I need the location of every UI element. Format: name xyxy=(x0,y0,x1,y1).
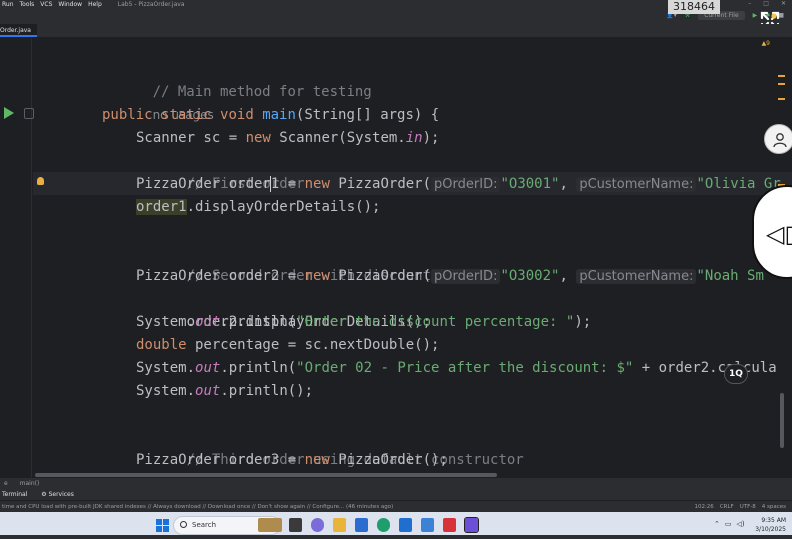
run-icon[interactable]: ▶ xyxy=(753,12,758,19)
horizontal-scrollbar[interactable] xyxy=(35,473,497,477)
outlook-icon[interactable] xyxy=(399,518,412,532)
file-explorer-icon[interactable] xyxy=(333,518,346,532)
volume-icon[interactable]: ◁) xyxy=(737,520,745,528)
status-message[interactable]: time and CPU load with pre-built JDK sha… xyxy=(2,504,393,510)
app-icon[interactable] xyxy=(421,518,434,532)
window-controls: – □ ✕ xyxy=(748,0,786,8)
bookmark-icon[interactable] xyxy=(24,108,34,119)
warning-stripe[interactable] xyxy=(778,75,785,77)
counter-badge: 318464 xyxy=(668,0,720,14)
copilot-icon[interactable] xyxy=(311,518,324,532)
code-line: double percentage = sc.nextDouble(); xyxy=(136,337,440,353)
edge-icon[interactable] xyxy=(377,518,390,532)
task-view-icon[interactable] xyxy=(289,518,302,532)
menu-item-run[interactable]: Run xyxy=(2,1,14,8)
code-line: // Third order using default constructor xyxy=(186,452,524,468)
code-line: System.out.println("Enter the discount p… xyxy=(136,314,592,330)
code-line: order1.displayOrderDetails(); xyxy=(136,199,381,215)
editor-gutter xyxy=(0,38,32,478)
floating-badge[interactable]: 1Q xyxy=(724,364,748,384)
code-line: public static void main(String[] args) { xyxy=(102,107,440,123)
param-hint: pCustomerName: xyxy=(576,177,697,192)
search-icon xyxy=(180,521,187,528)
param-hint: pOrderID: xyxy=(431,269,501,284)
code-line: PizzaOrder order2 = new PizzaOrder(pOrde… xyxy=(136,268,764,284)
code-line: // First order xyxy=(186,176,305,192)
code-editor[interactable]: ▲9 // Main method for testing no usages … xyxy=(0,38,792,478)
close-icon[interactable]: ✕ xyxy=(781,0,786,8)
code-lines: // Main method for testing no usages pub… xyxy=(102,58,781,468)
param-hint: pCustomerName: xyxy=(576,269,697,284)
intellij-icon[interactable] xyxy=(464,517,479,533)
tool-window-bar: Terminal ⚙ Services xyxy=(0,490,792,500)
menu-item-vcs[interactable]: VCS xyxy=(40,1,52,8)
network-icon[interactable]: ▭ xyxy=(725,520,732,528)
widgets-icon[interactable] xyxy=(258,518,282,532)
param-hint: pOrderID: xyxy=(431,177,501,192)
store-icon[interactable] xyxy=(355,518,368,532)
breadcrumb: e main() xyxy=(0,478,792,490)
vertical-scrollbar[interactable] xyxy=(780,393,784,448)
app-icon-red[interactable] xyxy=(443,518,456,532)
menu-item-tools[interactable]: Tools xyxy=(20,1,35,8)
code-line: System.out.println(); xyxy=(136,383,314,399)
code-line: PizzaOrder order1 = new PizzaOrder(pOrde… xyxy=(136,176,781,192)
lightbulb-icon[interactable] xyxy=(37,177,44,185)
run-main-icon[interactable] xyxy=(4,107,14,119)
bottom-strip xyxy=(0,535,792,539)
services-tab[interactable]: ⚙ Services xyxy=(41,491,86,498)
terminal-tab[interactable]: Terminal xyxy=(2,491,27,498)
system-tray: ⌃ ▭ ◁) xyxy=(714,520,745,528)
recording-pause-button[interactable]: ◁▯ xyxy=(752,185,792,279)
breadcrumb-item[interactable]: e xyxy=(4,480,8,487)
menu-item-window[interactable]: Window xyxy=(58,1,82,8)
code-line: // Main method for testing xyxy=(152,84,372,100)
minimize-icon[interactable]: – xyxy=(748,0,751,8)
tab-order-java[interactable]: Order.java xyxy=(0,24,37,37)
breadcrumb-item[interactable]: main() xyxy=(20,480,40,487)
editor-tab-bar: Order.java xyxy=(0,24,792,38)
system-clock[interactable]: 9:35 AM 3/10/2025 xyxy=(755,516,786,534)
code-line: // Second order with discount xyxy=(186,268,432,284)
code-line: PizzaOrder order3 = new PizzaOrder(); xyxy=(136,452,448,468)
code-line: no usages xyxy=(102,81,214,122)
pause-icon: ◁▯ xyxy=(766,220,792,248)
window-title: Lab5 - PizzaOrder.java xyxy=(117,0,185,8)
status-bar: time and CPU load with pre-built JDK sha… xyxy=(0,500,792,512)
maximize-icon[interactable]: □ xyxy=(763,0,769,8)
chevron-up-icon[interactable]: ⌃ xyxy=(714,520,720,528)
profile-icon[interactable] xyxy=(764,124,792,154)
code-line: order2.displayOrderDetails(); xyxy=(186,314,432,330)
windows-start-icon[interactable] xyxy=(156,519,169,532)
warning-stripe[interactable] xyxy=(778,98,785,100)
warning-stripe[interactable] xyxy=(778,83,785,85)
menu-item-help[interactable]: Help xyxy=(88,1,102,8)
code-line: Scanner sc = new Scanner(System.in); xyxy=(136,130,440,146)
warning-count[interactable]: ▲9 xyxy=(762,40,770,47)
code-line: System.out.println("Order 02 - Price aft… xyxy=(136,360,777,376)
